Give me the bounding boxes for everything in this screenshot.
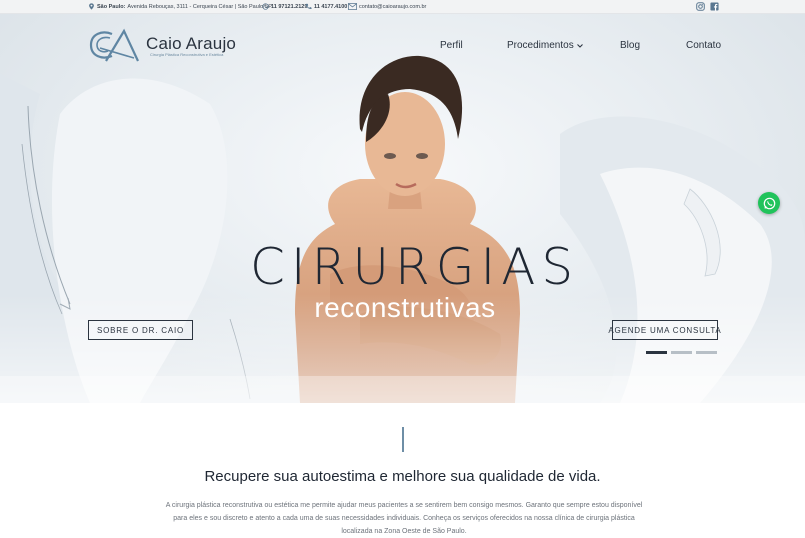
phone-link[interactable]: 11 4177.4100	[305, 3, 347, 10]
intro-headline: Recupere sua autoestima e melhore sua qu…	[204, 468, 601, 485]
brand-tagline: Cirurgia Plástica Reconstrutiva e Estéti…	[150, 52, 224, 57]
whatsapp-float-button[interactable]	[758, 192, 780, 214]
address-city: São Paulo:	[97, 3, 126, 10]
nav-blog[interactable]: Blog	[620, 40, 640, 51]
whatsapp-link[interactable]: 11 97121.2129	[262, 3, 307, 10]
nav-contato[interactable]: Contato	[686, 40, 721, 51]
instagram-icon[interactable]	[696, 2, 705, 11]
phone-icon	[305, 3, 312, 9]
nav-perfil[interactable]: Perfil	[440, 40, 463, 51]
address-item: São Paulo: Avenida Rebouças, 3111 - Cerq…	[88, 3, 272, 10]
slider-dot[interactable]	[696, 351, 717, 354]
logo-monogram-icon[interactable]	[88, 28, 140, 64]
whatsapp-icon	[763, 197, 775, 209]
chevron-down-icon	[576, 43, 583, 48]
top-info-bar: São Paulo: Avenida Rebouças, 3111 - Cerq…	[0, 0, 805, 14]
schedule-consultation-button[interactable]: Agende uma consulta	[608, 320, 721, 340]
address-text: Avenida Rebouças, 3111 - Cerqueira César…	[127, 3, 272, 10]
nav-procedimentos-label: Procedimentos	[507, 40, 574, 51]
whatsapp-icon	[262, 3, 269, 10]
whatsapp-number: 11 97121.2129	[271, 3, 308, 10]
about-doctor-button[interactable]: Sobre o Dr. Caio	[88, 320, 193, 340]
hero-banner	[0, 14, 805, 403]
slider-dot[interactable]	[671, 351, 692, 354]
location-pin-icon	[89, 3, 94, 10]
email-address: contato@caioaraujo.com.br	[359, 3, 427, 10]
intro-paragraph: A cirurgia plástica reconstrutiva ou est…	[165, 502, 643, 535]
hero-background-image	[0, 55, 805, 403]
email-link[interactable]: contato@caioaraujo.com.br	[348, 3, 426, 10]
facebook-icon[interactable]	[710, 2, 719, 11]
slider-dot-active[interactable]	[646, 351, 667, 354]
section-divider	[402, 427, 404, 452]
nav-procedimentos[interactable]: Procedimentos	[507, 40, 583, 51]
brand-name[interactable]: Caio Araujo	[146, 34, 236, 54]
mail-icon	[348, 3, 357, 10]
phone-number: 11 4177.4100	[314, 3, 348, 10]
hero-subtitle: reconstrutivas	[314, 292, 496, 323]
hero-title: CIRURGIAS	[250, 238, 580, 296]
